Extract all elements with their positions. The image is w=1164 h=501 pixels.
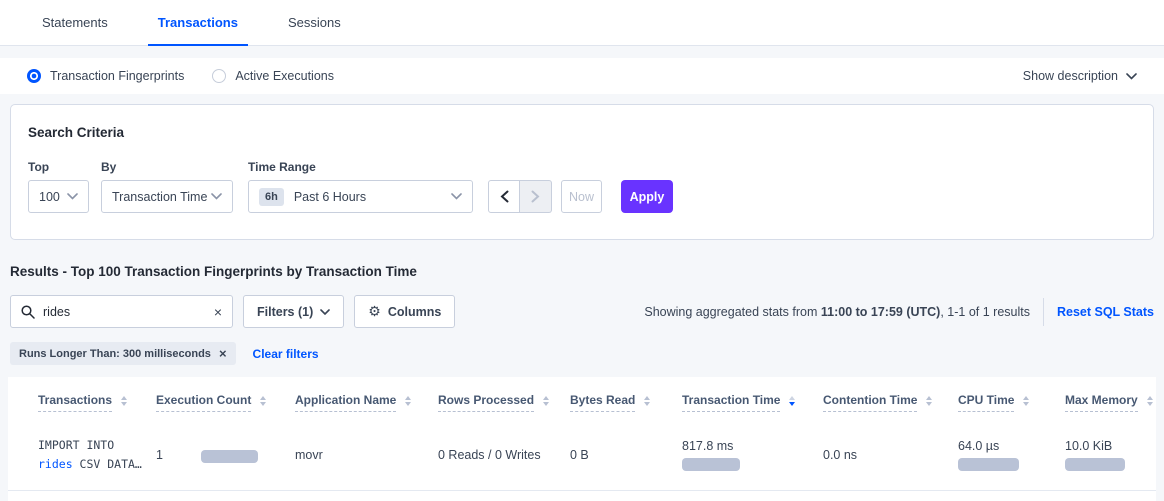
sort-icon[interactable] [405,396,411,406]
gear-icon: ⚙ [368,303,381,320]
tab-bar: Statements Transactions Sessions [0,0,1164,46]
time-range-select[interactable]: 6h Past 6 Hours [248,180,473,213]
sort-icon[interactable] [260,396,266,406]
cell-rows-processed: 0 Reads / 0 Writes [438,448,570,462]
by-select-value: Transaction Time [112,190,207,204]
sort-icon[interactable] [789,396,795,406]
time-range-badge: 6h [259,188,284,206]
search-icon [21,305,35,319]
column-header-execution-count[interactable]: Execution Count [156,393,295,412]
chevron-down-icon [211,193,222,200]
search-criteria-title: Search Criteria [28,125,1136,140]
filters-button[interactable]: Filters (1) [243,295,344,328]
column-header-max-memory[interactable]: Max Memory [1065,393,1156,412]
column-header-cpu-time[interactable]: CPU Time [958,393,1065,412]
results-heading: Results - Top 100 Transaction Fingerprin… [10,264,1154,279]
max-memory-bar [1065,458,1125,471]
chevron-down-icon [67,193,78,200]
cell-execution-count: 1 [156,447,295,463]
cell-cpu-time: 64.0 µs [958,439,1065,471]
radio-selected-icon [27,69,41,83]
cpu-time-bar [958,458,1019,471]
cell-application-name: movr [295,448,438,462]
radio-label: Active Executions [235,69,334,83]
table-header-row: Transactions Execution Count Application… [8,377,1156,422]
chevron-down-icon [451,193,462,200]
sort-icon[interactable] [1023,396,1029,406]
search-criteria-card: Search Criteria Top 100 By Transaction T… [10,104,1154,240]
tab-statements[interactable]: Statements [32,0,118,46]
reset-sql-stats-link[interactable]: Reset SQL Stats [1057,305,1154,319]
radio-active-executions[interactable]: Active Executions [212,69,334,83]
cell-transaction-time: 817.8 ms [682,439,823,471]
column-header-contention-time[interactable]: Contention Time [823,393,958,412]
radio-transaction-fingerprints[interactable]: Transaction Fingerprints [27,69,184,83]
active-filters-row: Runs Longer Than: 300 milliseconds × Cle… [10,342,1154,365]
apply-button[interactable]: Apply [621,180,673,213]
tab-sessions[interactable]: Sessions [278,0,351,46]
stats-time-range: 11:00 to 17:59 (UTC) [821,305,940,319]
tab-transactions[interactable]: Transactions [148,0,248,46]
remove-filter-icon[interactable]: × [219,347,227,360]
time-range-value: Past 6 Hours [294,190,366,204]
column-header-bytes-read[interactable]: Bytes Read [570,393,682,412]
cell-contention-time: 0.0 ns [823,448,958,462]
divider [1043,298,1044,326]
clear-filters-link[interactable]: Clear filters [253,347,319,361]
sort-icon[interactable] [121,396,127,406]
top-label: Top [28,160,89,174]
sort-icon[interactable] [543,396,549,406]
sort-icon[interactable] [1147,396,1153,406]
cell-bytes-read: 0 B [570,448,682,462]
filter-tag-label: Runs Longer Than: 300 milliseconds [19,348,211,360]
sort-icon[interactable] [644,396,650,406]
filters-button-label: Filters (1) [257,305,313,319]
chevron-left-icon [500,190,509,203]
chevron-down-icon [1126,73,1137,80]
columns-button-label: Columns [388,305,441,319]
clear-search-icon[interactable]: × [214,305,222,319]
time-range-label: Time Range [248,160,473,174]
stats-summary: Showing aggregated stats from 11:00 to 1… [644,305,1030,319]
results-toolbar: × Filters (1) ⚙ Columns Showing aggregat… [10,295,1154,328]
view-mode-bar: Transaction Fingerprints Active Executio… [0,58,1164,94]
column-header-transaction-time[interactable]: Transaction Time [682,393,823,412]
show-description-toggle[interactable]: Show description [1023,69,1137,83]
time-next-button[interactable] [520,180,552,213]
search-box: × [10,295,233,328]
top-select[interactable]: 100 [28,180,89,213]
chevron-right-icon [531,190,540,203]
search-input[interactable] [43,305,214,319]
execution-count-bar [201,450,258,463]
show-description-label: Show description [1023,69,1118,83]
chevron-down-icon [320,309,330,315]
time-prev-button[interactable] [488,180,520,213]
column-header-application-name[interactable]: Application Name [295,393,438,412]
table-row: IMPORT INTO rides CSV DATA… 1 movr 0 Rea… [8,422,1156,491]
cell-max-memory: 10.0 KiB [1065,439,1156,471]
by-select[interactable]: Transaction Time [101,180,233,213]
by-label: By [101,160,233,174]
now-button[interactable]: Now [561,180,602,213]
column-header-rows-processed[interactable]: Rows Processed [438,393,570,412]
radio-unselected-icon [212,69,226,83]
columns-button[interactable]: ⚙ Columns [354,295,455,328]
column-header-transactions[interactable]: Transactions [38,393,156,412]
cell-transaction-fingerprint[interactable]: IMPORT INTO rides CSV DATA… [38,436,156,474]
sort-icon[interactable] [926,396,932,406]
results-table: Transactions Execution Count Application… [8,377,1156,501]
transaction-link[interactable]: rides [38,457,73,471]
top-select-value: 100 [39,190,60,204]
filter-tag: Runs Longer Than: 300 milliseconds × [10,342,236,365]
radio-label: Transaction Fingerprints [50,69,184,83]
transaction-time-bar [682,458,740,471]
